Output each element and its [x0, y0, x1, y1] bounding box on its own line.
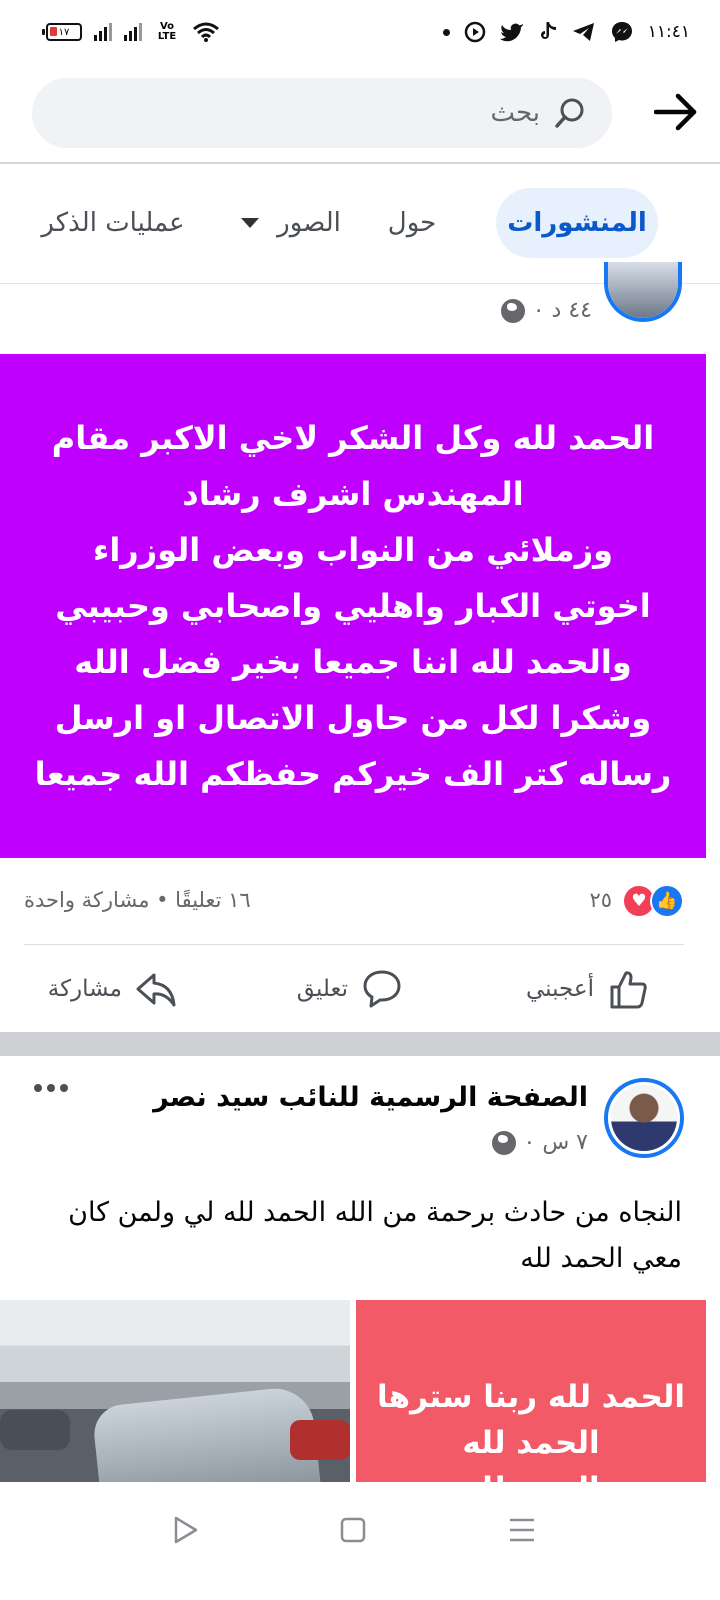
volte-label: Vo LTE: [157, 21, 177, 42]
clock: ١١:٤١: [647, 22, 690, 42]
tab-mentions[interactable]: عمليات الذكر: [38, 188, 188, 258]
messenger-icon: [611, 22, 632, 42]
search-row: بحث: [0, 64, 720, 164]
post-time-2: ٧ س ٠: [523, 1130, 589, 1155]
tab-photos[interactable]: الصور: [236, 188, 346, 258]
post-text: الحمد لله وكل الشكر لاخي الاكبر مقام الم…: [23, 410, 683, 802]
post-text-line: وشكرا لكل من حاول الاتصال او ارسل: [54, 699, 652, 737]
tiktok-icon: [540, 22, 556, 39]
tab-posts[interactable]: المنشورات: [496, 188, 658, 258]
search-icon: [555, 98, 584, 128]
accident-car-photo[interactable]: [0, 1300, 350, 1482]
post-actions: أعجبني تعليق مشاركة: [0, 946, 720, 1032]
play-circle-icon: [464, 21, 485, 43]
comment-icon: [363, 970, 401, 1008]
wifi-icon: [193, 22, 219, 42]
image-text-line: الحمد لله: [356, 1466, 706, 1482]
share-icon: [136, 973, 176, 1007]
share-label: مشاركة: [47, 976, 122, 1002]
post-text-line: رساله كتر الف خيركم حفظكم الله جميعا: [34, 755, 672, 793]
tab-about[interactable]: حول: [364, 188, 460, 258]
dropdown-arrow-icon: [241, 218, 260, 228]
system-navigation-bar: [0, 1482, 720, 1600]
share-button[interactable]: مشاركة: [48, 966, 178, 1012]
page-avatar[interactable]: [604, 1078, 684, 1158]
image-text-line: الحمد لله: [462, 1425, 600, 1461]
back-nav-icon[interactable]: [166, 1510, 206, 1550]
post-header-2: الصفحة الرسمية للنائب سيد نصر ٧ س ٠: [0, 1056, 720, 1176]
post-stats: 👍 ♥ ٢٥ ١٦ تعليقًا • مشاركة واحدة: [24, 876, 684, 926]
reaction-icons[interactable]: 👍 ♥: [622, 884, 684, 918]
post-text-line: وزملائي من النواب وبعض الوزراء: [92, 531, 614, 569]
post-text-line: والحمد لله اننا جميعا بخير فضل الله: [74, 643, 632, 681]
search-input[interactable]: بحث: [32, 78, 612, 148]
like-label: أعجبني: [525, 976, 594, 1002]
reactions-count[interactable]: ٢٥: [589, 888, 612, 912]
search-placeholder: بحث: [490, 98, 540, 128]
comment-label: تعليق: [296, 976, 348, 1002]
image-text-line: الحمد لله ربنا سترها: [376, 1379, 686, 1415]
text-image[interactable]: الحمد لله ربنا سترها الحمد لله الحمد لله: [356, 1300, 706, 1482]
menu-nav-icon[interactable]: [502, 1510, 542, 1550]
signal-icon: [94, 23, 112, 41]
tab-posts-label: المنشورات: [507, 208, 647, 238]
post-text-2: النجاه من حادث برحمة من الله الحمد لله ل…: [68, 1197, 682, 1274]
image-text: الحمد لله ربنا سترها الحمد لله الحمد لله: [356, 1300, 706, 1482]
battery-icon: ١٧: [42, 23, 82, 41]
like-button[interactable]: أعجبني: [526, 966, 650, 1012]
status-right: ١١:٤١: [442, 18, 690, 46]
tab-photos-label: الصور: [277, 208, 341, 238]
signal-icon-2: [124, 23, 142, 41]
status-left: ١٧ Vo LTE: [42, 18, 220, 46]
avatar[interactable]: [604, 262, 682, 322]
status-bar: ١٧ Vo LTE ١١:٤١: [0, 0, 720, 64]
text-post-card[interactable]: الحمد لله وكل الشكر لاخي الاكبر مقام الم…: [0, 354, 706, 858]
post-meta-2: ٧ س ٠: [491, 1130, 589, 1155]
post-text-line: المهندس اشرف رشاد: [182, 475, 524, 513]
more-options-icon[interactable]: [34, 1084, 68, 1092]
post-time: ٤٤ د ٠: [532, 298, 592, 323]
feed-separator: [0, 1032, 720, 1056]
comments-shares-count[interactable]: ١٦ تعليقًا • مشاركة واحدة: [24, 888, 251, 912]
like-icon: [610, 971, 647, 1009]
page-name[interactable]: الصفحة الرسمية للنائب سيد نصر: [153, 1082, 588, 1113]
tab-mentions-label: عمليات الذكر: [41, 208, 185, 238]
comment-button[interactable]: تعليق: [297, 966, 404, 1012]
battery-level: ١٧: [58, 26, 70, 38]
post-header: ٤٤ د ٠: [0, 262, 720, 354]
telegram-icon: [572, 23, 594, 41]
back-arrow-icon[interactable]: [654, 92, 698, 132]
globe-icon: [491, 1130, 516, 1155]
divider: [24, 944, 684, 945]
post-text-line: اخوتي الكبار واهليي واصحابي وحبيبي: [55, 587, 651, 625]
post-text-line: الحمد لله وكل الشكر لاخي الاكبر مقام: [51, 419, 655, 457]
notification-dot-icon: [442, 28, 450, 36]
twitter-icon: [499, 23, 523, 42]
tab-about-label: حول: [387, 208, 437, 238]
globe-icon: [500, 298, 525, 323]
post-meta: ٤٤ د ٠: [500, 298, 592, 323]
like-reaction-icon: 👍: [650, 884, 684, 918]
home-nav-icon[interactable]: [333, 1510, 373, 1550]
